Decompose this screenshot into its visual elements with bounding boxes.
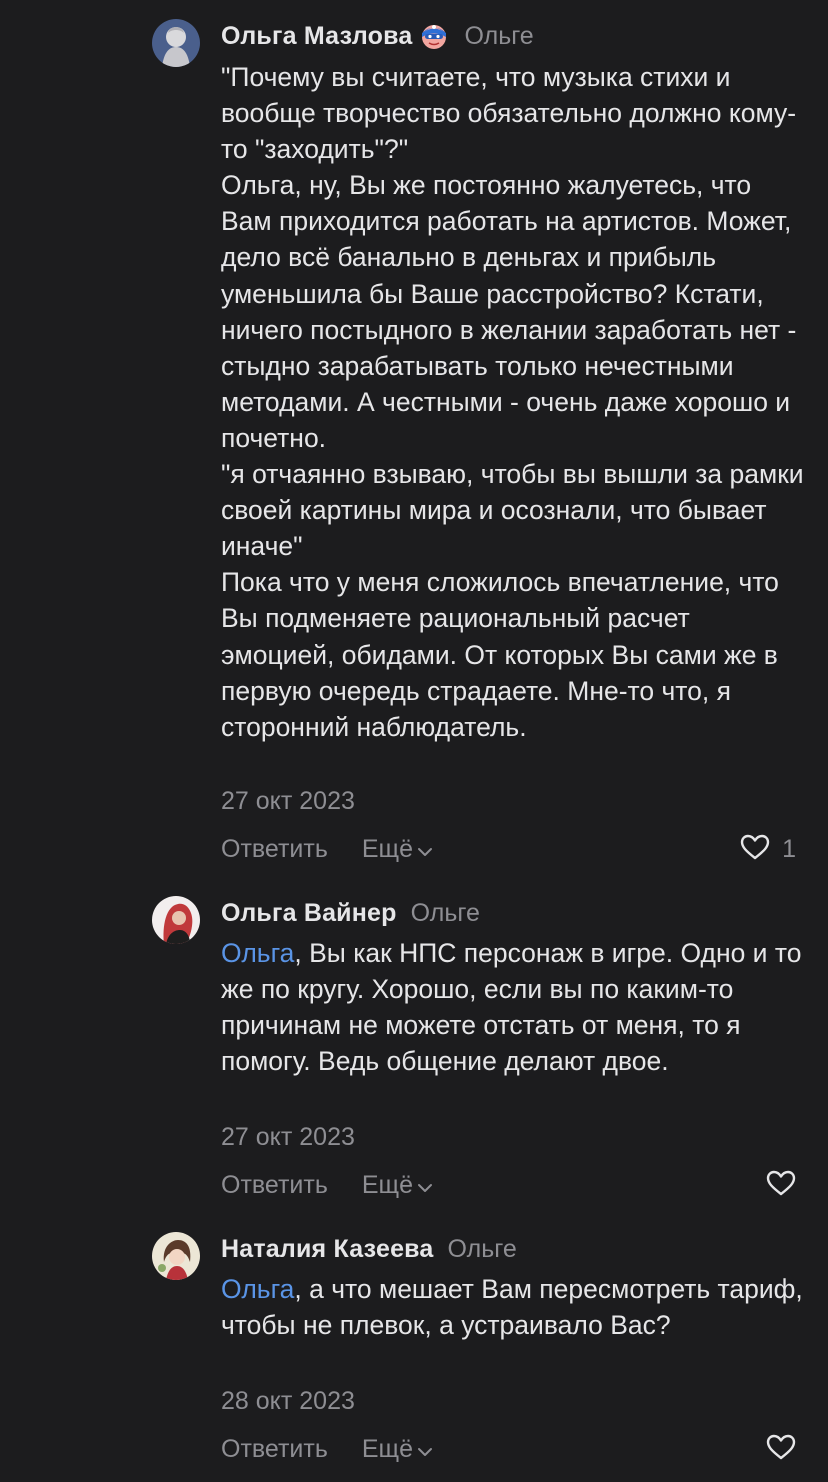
comment-text: "Почему вы считаете, что музыка стихи и … bbox=[221, 62, 804, 742]
heart-icon bbox=[766, 1170, 796, 1201]
reply-button[interactable]: Ответить bbox=[221, 1435, 328, 1464]
comment-body: , а что мешает Вам пересмотреть тариф, ч… bbox=[221, 1274, 803, 1341]
more-label: Ещё bbox=[361, 834, 414, 863]
reply-to-label: Ольге bbox=[464, 21, 534, 50]
chevron-down-icon bbox=[417, 835, 433, 864]
heart-icon bbox=[740, 834, 770, 865]
like-button[interactable] bbox=[766, 1434, 796, 1465]
avatar[interactable] bbox=[152, 1232, 200, 1280]
woman-red-hair-avatar-icon bbox=[152, 896, 200, 944]
more-label: Ещё bbox=[361, 1434, 414, 1463]
mention-link[interactable]: Ольга bbox=[221, 938, 294, 968]
chevron-down-icon bbox=[417, 1171, 433, 1200]
more-label: Ещё bbox=[361, 1170, 414, 1199]
comment-actions: Ответить Ещё bbox=[221, 1432, 796, 1466]
comment-date: 27 окт 2023 bbox=[221, 1123, 355, 1151]
reply-to-label: Ольге bbox=[410, 898, 480, 927]
comment-body: , Вы как НПС персонаж в игре. Одно и то … bbox=[221, 938, 802, 1077]
more-button[interactable]: Ещё bbox=[362, 1171, 433, 1200]
avatar[interactable] bbox=[152, 896, 200, 944]
more-button[interactable]: Ещё bbox=[362, 1435, 433, 1464]
comment-text: Ольга, а что мешает Вам пересмотреть тар… bbox=[221, 1271, 806, 1343]
comment-date: 27 окт 2023 bbox=[221, 787, 355, 815]
comment-actions: Ответить Ещё bbox=[221, 1168, 796, 1202]
reply-button[interactable]: Ответить bbox=[221, 1171, 328, 1200]
reply-to-label: Ольге bbox=[447, 1234, 517, 1263]
like-count: 1 bbox=[782, 834, 796, 863]
comment-date: 28 окт 2023 bbox=[221, 1387, 355, 1415]
statue-avatar-icon bbox=[152, 19, 200, 67]
comment-text: Ольга, Вы как НПС персонаж в игре. Одно … bbox=[221, 935, 806, 1079]
comment-header: Ольга Мазлова Ольге bbox=[221, 19, 808, 53]
like-button[interactable] bbox=[766, 1170, 796, 1201]
superhero-emoji-icon bbox=[420, 22, 448, 50]
author-name[interactable]: Наталия Казеева bbox=[221, 1235, 434, 1264]
heart-icon bbox=[766, 1434, 796, 1465]
author-name[interactable]: Ольга Мазлова bbox=[221, 22, 412, 51]
comment-actions: Ответить Ещё 1 bbox=[221, 832, 796, 866]
comment-header: Ольга Вайнер Ольге bbox=[221, 896, 808, 930]
avatar[interactable] bbox=[152, 19, 200, 67]
chevron-down-icon bbox=[417, 1435, 433, 1464]
comment-header: Наталия Казеева Ольге bbox=[221, 1232, 808, 1266]
author-name[interactable]: Ольга Вайнер bbox=[221, 899, 397, 928]
reply-button[interactable]: Ответить bbox=[221, 835, 328, 864]
like-button[interactable]: 1 bbox=[740, 834, 796, 865]
more-button[interactable]: Ещё bbox=[362, 835, 433, 864]
cartoon-girl-avatar-icon bbox=[152, 1232, 200, 1280]
mention-link[interactable]: Ольга bbox=[221, 1274, 294, 1304]
